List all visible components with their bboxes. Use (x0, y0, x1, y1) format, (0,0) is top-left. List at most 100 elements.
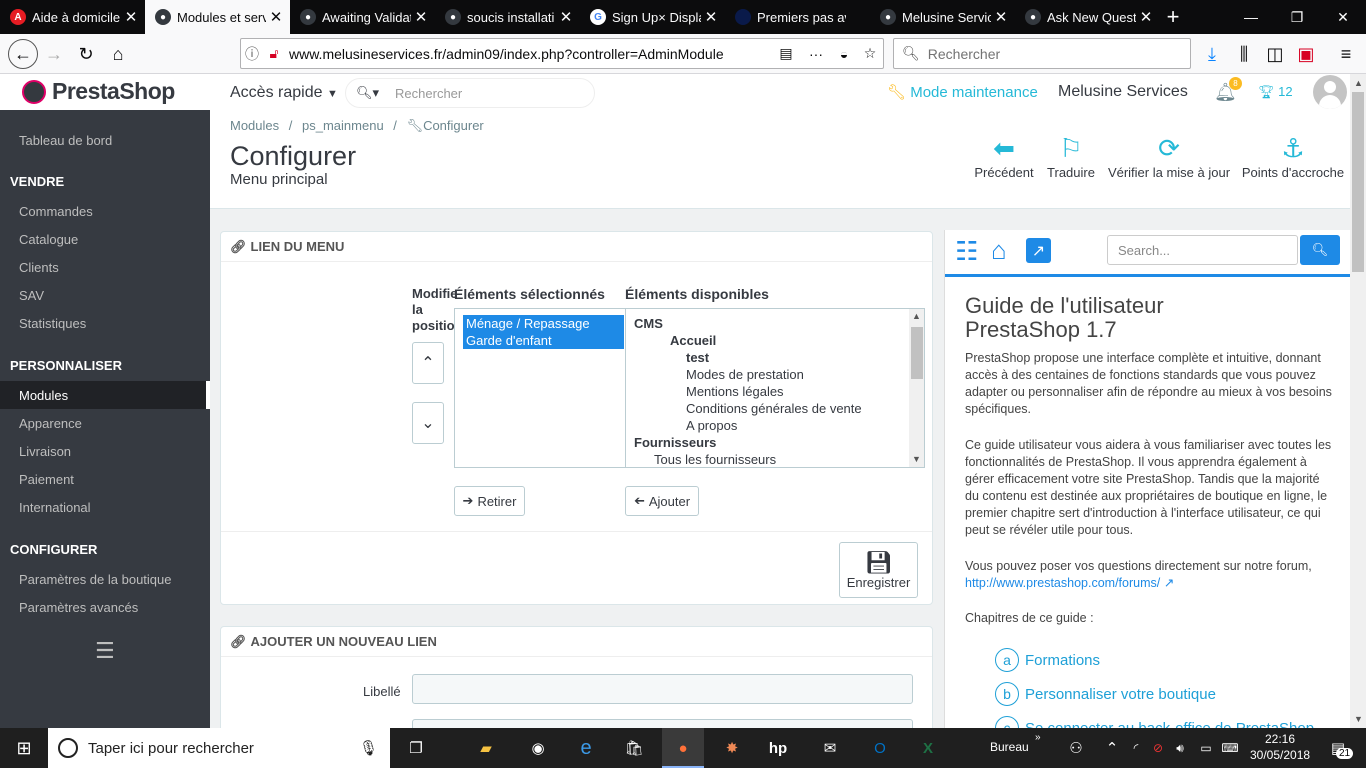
close-tab-icon[interactable]: ✕ (991, 8, 1011, 26)
list-item[interactable]: Conditions générales de vente (686, 401, 862, 416)
list-item[interactable]: A propos (686, 418, 737, 433)
breadcrumb-modules[interactable]: Modules (230, 118, 279, 133)
trophy-link[interactable]: 🏆︎ 12 (1258, 84, 1293, 100)
list-group-suppliers[interactable]: Fournisseurs (634, 435, 716, 450)
insecure-lock-icon[interactable]: 🔓︎ (263, 45, 285, 62)
excel-icon[interactable]: X (916, 736, 940, 760)
browser-tab-active[interactable]: ● Modules et serv ✕ (145, 0, 290, 34)
close-tab-icon[interactable]: ✕ (701, 8, 721, 26)
scroll-thumb[interactable] (911, 327, 923, 379)
forum-link[interactable]: http://www.prestashop.com/forums/ (965, 576, 1160, 590)
browser-tab[interactable]: A Aide à domicile ✕ (0, 0, 145, 34)
close-window-icon[interactable]: ✕ (1320, 0, 1366, 34)
scroll-down-icon[interactable]: ▼ (1354, 714, 1363, 724)
sidebar-item-service[interactable]: SAV (0, 281, 210, 309)
maintenance-mode-link[interactable]: 🔧︎ Mode maintenance (887, 83, 1038, 101)
list-item[interactable]: Tous les fournisseurs (654, 452, 776, 467)
chapter-link[interactable]: b Personnaliser votre boutique (995, 682, 1216, 706)
sidebar-item-payment[interactable]: Paiement (0, 465, 210, 493)
new-tab-icon[interactable]: + (1150, 0, 1196, 34)
close-tab-icon[interactable]: ✕ (266, 8, 286, 26)
help-search-input[interactable]: Search... (1107, 235, 1298, 265)
shop-name-link[interactable]: Melusine Services (1058, 83, 1188, 101)
browser-search-input[interactable]: 🔍︎ Rechercher (893, 38, 1191, 69)
url-text[interactable]: www.melusineservices.fr/admin09/index.ph… (289, 46, 771, 62)
back-icon[interactable]: ← (8, 39, 38, 69)
scroll-up-icon[interactable]: ▲ (1354, 78, 1363, 88)
add-button[interactable]: ➔ Ajouter (625, 486, 699, 516)
quick-access-dropdown[interactable]: Accès rapide ▼ (230, 84, 338, 102)
reload-icon[interactable]: ↻ (74, 42, 98, 66)
list-item[interactable]: Ménage / Repassage (463, 315, 624, 332)
browser-tab[interactable]: ● Awaiting Validat ✕ (290, 0, 435, 34)
menu-icon[interactable]: ≡ (1334, 42, 1358, 66)
info-icon[interactable]: ⓘ (241, 44, 263, 64)
edge-icon[interactable]: e (574, 736, 598, 760)
paint-app-icon[interactable]: ✸ (720, 736, 744, 760)
volume-icon[interactable]: 🔊︎ (1168, 736, 1192, 760)
sidebar-item-catalog[interactable]: Catalogue (0, 225, 210, 253)
list-item[interactable]: Modes de prestation (686, 367, 804, 382)
hp-icon[interactable]: hp (766, 736, 790, 760)
microphone-icon[interactable]: 🎙︎ (359, 739, 378, 757)
clock[interactable]: 22:16 30/05/2018 (1250, 731, 1310, 763)
chevron-double-right-icon[interactable]: » (1035, 732, 1041, 743)
translate-button[interactable]: ⚐ Traduire (1044, 131, 1098, 181)
bookmark-star-icon[interactable]: ☆ (857, 45, 883, 62)
scroll-thumb[interactable] (1352, 92, 1364, 272)
sidebar-item-advanced-params[interactable]: Paramètres avancés (0, 593, 210, 621)
webcam-app-icon[interactable]: ◉ (526, 736, 550, 760)
url-bar[interactable]: ⓘ 🔓︎ www.melusineservices.fr/admin09/ind… (240, 38, 884, 69)
check-update-button[interactable]: ⟳ Vérifier la mise à jour (1107, 131, 1231, 181)
sidebar-item-shipping[interactable]: Livraison (0, 437, 210, 465)
browser-tab[interactable]: G Sign Up× Displa ✕ (580, 0, 725, 34)
sidebar-collapse-icon[interactable]: ☰ (95, 638, 115, 664)
close-tab-icon[interactable]: ✕ (121, 8, 141, 26)
list-item[interactable]: Mentions légales (686, 384, 784, 399)
sidebar-item-customers[interactable]: Clients (0, 253, 210, 281)
file-explorer-icon[interactable]: ▰ (474, 736, 498, 760)
page-actions-icon[interactable]: ··· (801, 46, 831, 62)
close-tab-icon[interactable]: ✕ (411, 8, 431, 26)
list-item[interactable]: Garde d'enfant (463, 332, 624, 349)
back-button[interactable]: ⬅︎ Précédent (974, 131, 1034, 181)
list-item[interactable]: Accueil (670, 333, 716, 348)
browser-tab[interactable]: ● soucis installati ✕ (435, 0, 580, 34)
network-icon[interactable]: ⊘ (1146, 736, 1170, 760)
close-tab-icon[interactable]: ✕ (556, 8, 576, 26)
move-up-button[interactable]: ⌃ (412, 342, 444, 384)
selected-items-list[interactable]: Ménage / Repassage Garde d'enfant (454, 308, 626, 468)
show-hidden-icons-icon[interactable]: ⌃ (1100, 736, 1124, 760)
library-icon[interactable]: ⫼ (1232, 42, 1256, 66)
search-icon[interactable]: 🔍︎▾ (356, 85, 379, 101)
breadcrumb-ps-mainmenu[interactable]: ps_mainmenu (302, 118, 384, 133)
browser-tab[interactable]: ● Ask New Questi ✕ (1015, 0, 1160, 34)
pocket-icon[interactable]: ◒ (831, 46, 857, 62)
browser-tab[interactable]: ● Melusine Servic ✕ (870, 0, 1015, 34)
wifi-icon[interactable]: ◜ (1124, 736, 1148, 760)
chapter-link[interactable]: a Formations (995, 648, 1100, 672)
home-icon[interactable]: ⌂ (106, 42, 130, 66)
page-scrollbar[interactable]: ▲ ▼ (1350, 74, 1366, 728)
list-item[interactable]: test (686, 350, 709, 365)
desktop-toolbar-label[interactable]: Bureau (990, 740, 1029, 754)
firefox-taskbar-button[interactable]: ● (662, 728, 704, 768)
scroll-up-icon[interactable]: ▲ (912, 311, 921, 321)
battery-icon[interactable]: ▭ (1194, 736, 1218, 760)
taskbar-search-input[interactable]: Taper ici pour rechercher 🎙︎ (48, 728, 390, 768)
chapter-link[interactable]: c Se connecter au back-office de PrestaSh… (995, 716, 1314, 728)
help-search-button[interactable]: 🔍︎ (1300, 235, 1340, 265)
hooks-button[interactable]: ⚓︎ Points d'accroche (1241, 131, 1345, 181)
people-icon[interactable]: ⚇ (1064, 736, 1088, 760)
remove-button[interactable]: ➔ Retirer (454, 486, 525, 516)
save-button[interactable]: 💾︎ Enregistrer (839, 542, 918, 598)
list-icon[interactable]: ☷ (955, 238, 978, 264)
browser-tab[interactable]: Premiers pas av (725, 0, 870, 34)
mail-icon[interactable]: ✉ (818, 736, 842, 760)
task-view-icon[interactable]: ❐ (404, 736, 428, 760)
avatar[interactable] (1313, 75, 1347, 109)
outlook-icon[interactable]: O (868, 736, 892, 760)
list-group-cms[interactable]: CMS (634, 316, 663, 331)
restore-icon[interactable]: ❐ (1274, 0, 1320, 34)
external-link-icon[interactable]: ↗ (1026, 238, 1051, 263)
